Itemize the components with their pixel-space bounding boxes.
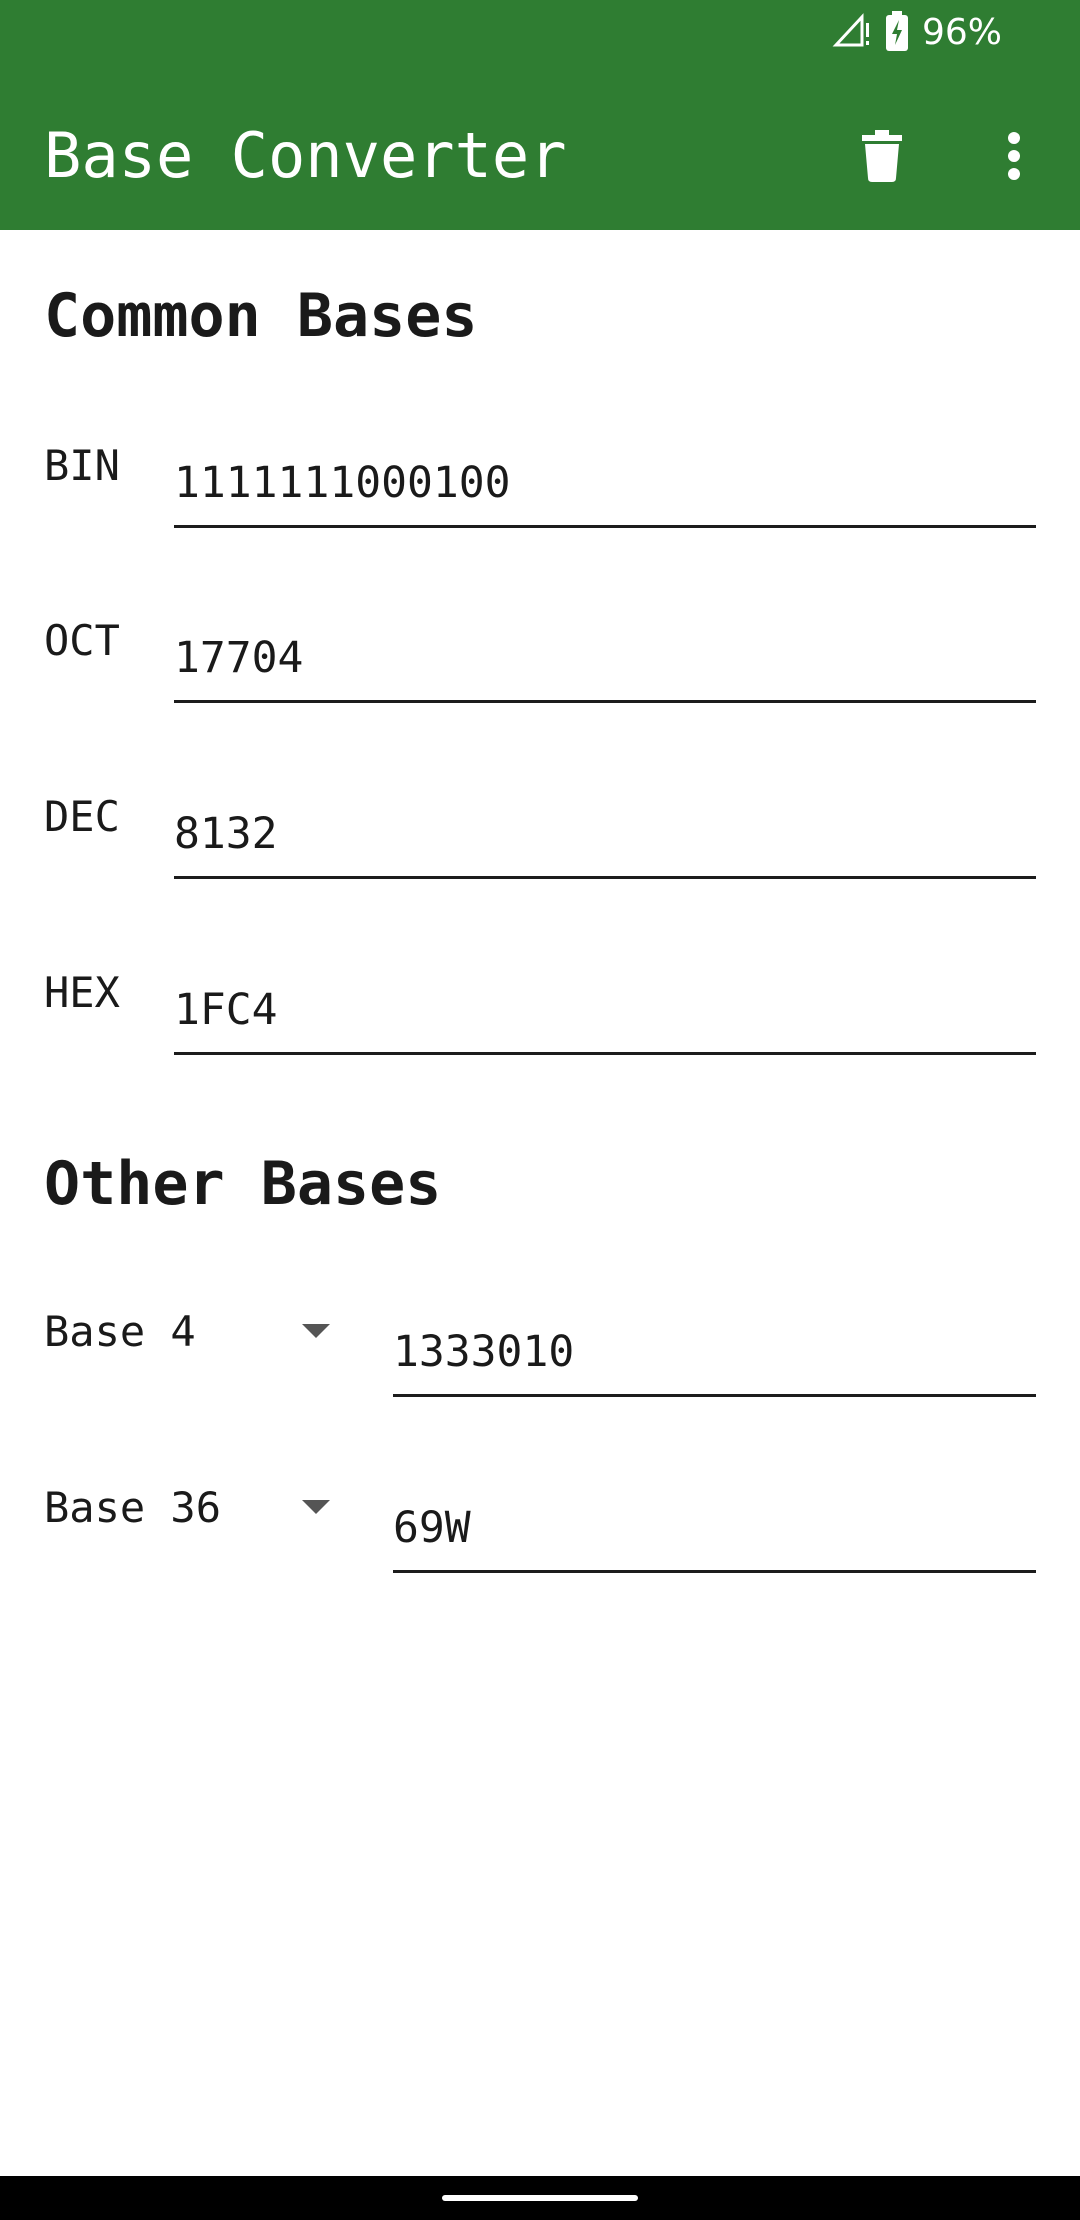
more-options-button[interactable] — [974, 118, 1054, 198]
delete-button[interactable] — [842, 118, 922, 198]
base-selector-2[interactable]: Base 36 — [44, 1468, 344, 1548]
dec-input[interactable] — [174, 791, 1036, 879]
delete-icon — [862, 130, 902, 186]
bin-input[interactable] — [174, 440, 1036, 528]
base-36-input[interactable] — [393, 1485, 1036, 1573]
dropdown-arrow-icon — [302, 1500, 330, 1514]
signal-icon — [832, 13, 872, 53]
hex-input[interactable] — [174, 967, 1036, 1055]
app-bar: 96% Base Converter — [0, 0, 1080, 230]
dropdown-arrow-icon — [302, 1324, 330, 1338]
status-icons: 96% — [832, 10, 1002, 56]
oct-input[interactable] — [174, 615, 1036, 703]
hex-label: HEX — [44, 968, 120, 1017]
home-gesture-handle[interactable] — [442, 2195, 638, 2201]
more-vert-icon — [1007, 132, 1021, 184]
battery-charging-icon — [885, 11, 908, 55]
navigation-bar — [0, 2176, 1080, 2220]
other-bases-heading: Other Bases — [44, 1149, 442, 1219]
base-selector-label: Base 36 — [44, 1483, 222, 1532]
base-selector-label: Base 4 — [44, 1307, 196, 1356]
common-bases-heading: Common Bases — [44, 281, 478, 351]
base-selector-1[interactable]: Base 4 — [44, 1292, 344, 1372]
status-bar: 96% — [0, 0, 1080, 66]
bin-label: BIN — [44, 441, 120, 490]
page-title: Base Converter — [44, 119, 567, 192]
base-4-input[interactable] — [393, 1309, 1036, 1397]
dec-label: DEC — [44, 792, 120, 841]
battery-percent: 96% — [921, 12, 1002, 53]
oct-label: OCT — [44, 616, 120, 665]
